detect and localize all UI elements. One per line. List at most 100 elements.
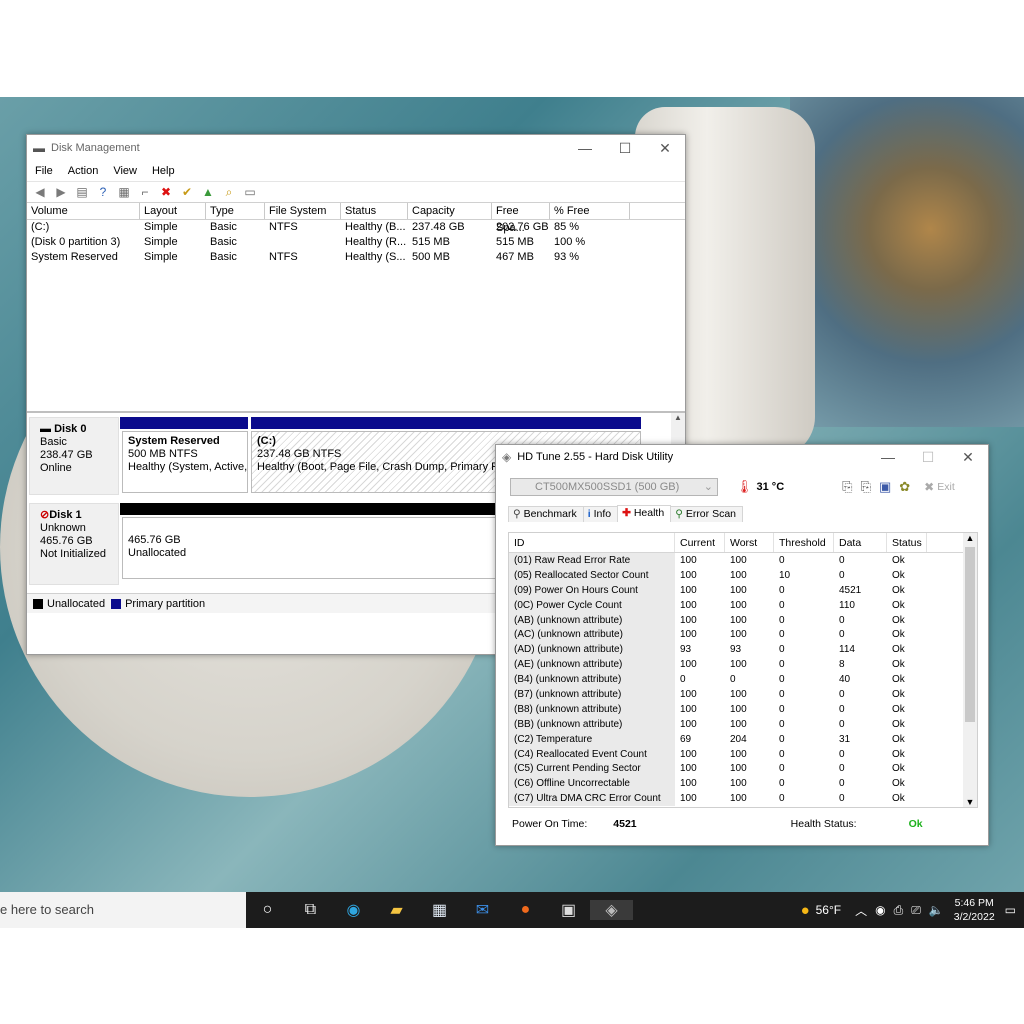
- cortana-icon[interactable]: ○: [246, 901, 289, 919]
- meet-now-icon[interactable]: ⎙: [894, 903, 904, 918]
- copy-all-icon[interactable]: ⎘: [861, 479, 871, 495]
- col-percent-free[interactable]: % Free: [550, 203, 630, 219]
- col-data[interactable]: Data: [834, 533, 887, 552]
- col-current[interactable]: Current: [675, 533, 725, 552]
- hdtune-taskbar-icon[interactable]: ◈: [590, 900, 633, 920]
- tab-benchmark[interactable]: ⚲ Benchmark: [508, 506, 584, 522]
- fs-cell: [265, 235, 341, 250]
- record-icon[interactable]: ◉: [875, 903, 885, 917]
- col-status[interactable]: Status: [341, 203, 408, 219]
- smart-row[interactable]: (09) Power On Hours Count 100 100 0 4521 Ok: [509, 582, 977, 598]
- tab-health[interactable]: ✚ Health: [617, 505, 672, 522]
- col-type[interactable]: Type: [206, 203, 265, 219]
- search-icon[interactable]: ⌕: [220, 184, 238, 200]
- save-icon[interactable]: ▣: [879, 479, 891, 495]
- exit-label[interactable]: Exit: [937, 481, 955, 493]
- smart-row[interactable]: (0C) Power Cycle Count 100 100 0 110 Ok: [509, 597, 977, 613]
- store-icon[interactable]: ▦: [418, 900, 461, 920]
- delete-icon[interactable]: ✖: [157, 184, 175, 200]
- properties-icon[interactable]: ▭: [241, 184, 259, 200]
- col-capacity[interactable]: Capacity: [408, 203, 492, 219]
- col-worst[interactable]: Worst: [725, 533, 774, 552]
- partition-system-reserved[interactable]: System Reserved 500 MB NTFS Healthy (Sys…: [122, 431, 248, 493]
- up-icon[interactable]: ▲: [199, 184, 217, 200]
- taskbar-search[interactable]: e here to search: [0, 892, 246, 928]
- col-volume[interactable]: Volume: [27, 203, 140, 219]
- weather-temp[interactable]: 56°F: [816, 903, 841, 917]
- col-threshold[interactable]: Threshold: [774, 533, 834, 552]
- menu-view[interactable]: View: [113, 165, 137, 177]
- view-icon[interactable]: ▦: [115, 184, 133, 200]
- smart-row[interactable]: (B4) (unknown attribute) 0 0 0 40 Ok: [509, 672, 977, 688]
- smart-row[interactable]: (C5) Current Pending Sector 100 100 0 0 Ok: [509, 761, 977, 777]
- smart-row[interactable]: (B7) (unknown attribute) 100 100 0 0 Ok: [509, 687, 977, 702]
- task-view-icon[interactable]: ⧉: [289, 901, 332, 919]
- forward-icon[interactable]: ▶: [52, 184, 70, 200]
- copy-icon[interactable]: ⎘: [842, 479, 852, 495]
- smart-row[interactable]: (AB) (unknown attribute) 100 100 0 0 Ok: [509, 612, 977, 628]
- tab-info[interactable]: i Info: [582, 506, 619, 522]
- volume-icon[interactable]: 🔈: [929, 903, 944, 917]
- connect-icon[interactable]: ⌐: [136, 184, 154, 200]
- drive-select[interactable]: CT500MX500SSD1 (500 GB) ⌄: [510, 478, 718, 496]
- minimize-button[interactable]: —: [565, 140, 605, 157]
- hd-titlebar[interactable]: ◈ HD Tune 2.55 - Hard Disk Utility — ☐ ✕: [496, 445, 988, 469]
- status-cell: Ok: [892, 569, 905, 581]
- smart-row[interactable]: (AE) (unknown attribute) 100 100 0 8 Ok: [509, 657, 977, 673]
- maximize-button[interactable]: ☐: [908, 449, 948, 466]
- disk-management-taskbar-icon[interactable]: ▣: [547, 900, 590, 920]
- smart-row[interactable]: (AC) (unknown attribute) 100 100 0 0 Ok: [509, 627, 977, 643]
- disk0-label[interactable]: ▬ Disk 0 Basic 238.47 GB Online: [29, 417, 119, 495]
- smart-row[interactable]: (BB) (unknown attribute) 100 100 0 0 Ok: [509, 716, 977, 732]
- minimize-button[interactable]: —: [868, 449, 908, 466]
- tab-error-scan[interactable]: ⚲ Error Scan: [670, 506, 743, 522]
- table-row[interactable]: (Disk 0 partition 3) Simple Basic Health…: [27, 235, 685, 250]
- mail-icon[interactable]: ✉: [461, 900, 504, 920]
- menu-file[interactable]: File: [35, 165, 53, 177]
- chevron-up-icon[interactable]: ︿: [855, 902, 867, 919]
- console-tree-icon[interactable]: ▤: [73, 184, 91, 200]
- table-row[interactable]: System Reserved Simple Basic NTFS Health…: [27, 250, 685, 265]
- col-file-system[interactable]: File System: [265, 203, 341, 219]
- help-icon[interactable]: ?: [94, 184, 112, 200]
- scroll-down-icon[interactable]: ▼: [963, 797, 977, 807]
- menu-help[interactable]: Help: [152, 165, 175, 177]
- close-button[interactable]: ✕: [645, 140, 685, 157]
- file-explorer-icon[interactable]: ▰: [375, 900, 418, 920]
- weather-icon[interactable]: ●: [801, 902, 810, 919]
- smart-row[interactable]: (C4) Reallocated Event Count 100 100 0 0 Ok: [509, 746, 977, 762]
- exit-icon[interactable]: ✖: [924, 480, 934, 494]
- col-status[interactable]: Status: [887, 533, 927, 552]
- options-icon[interactable]: ✿: [899, 479, 910, 495]
- disk1-label[interactable]: ⊘Disk 1 Unknown 465.76 GB Not Initialize…: [29, 503, 119, 585]
- table-row[interactable]: (C:) Simple Basic NTFS Healthy (B... 237…: [27, 220, 685, 235]
- smart-row[interactable]: (C2) Temperature 69 204 0 31 Ok: [509, 731, 977, 747]
- network-icon[interactable]: ⎚: [911, 903, 921, 918]
- maximize-button[interactable]: ☐: [605, 140, 645, 157]
- firefox-icon[interactable]: ●: [504, 901, 547, 919]
- dm-titlebar[interactable]: ▬ Disk Management — ☐ ✕: [27, 135, 685, 161]
- col-free-space[interactable]: Free Spa...: [492, 203, 550, 234]
- check-icon[interactable]: ✔: [178, 184, 196, 200]
- smart-row[interactable]: (C6) Offline Uncorrectable 100 100 0 0 Ok: [509, 776, 977, 792]
- close-button[interactable]: ✕: [948, 449, 988, 466]
- notification-icon[interactable]: ▭: [1005, 903, 1016, 917]
- clock[interactable]: 5:46 PM 3/2/2022: [954, 896, 995, 924]
- edge-icon[interactable]: ◉: [332, 900, 375, 920]
- smart-scrollbar[interactable]: ▲ ▼: [963, 533, 977, 807]
- scroll-up-icon[interactable]: ▲: [963, 533, 977, 543]
- smart-row[interactable]: (AD) (unknown attribute) 93 93 0 114 Ok: [509, 642, 977, 658]
- back-icon[interactable]: ◀: [31, 184, 49, 200]
- partition-status: Healthy (System, Active,: [128, 461, 247, 473]
- worst-cell: 100: [730, 718, 747, 730]
- menu-action[interactable]: Action: [68, 165, 99, 177]
- status-cell: Ok: [892, 614, 905, 626]
- smart-row[interactable]: (C7) Ultra DMA CRC Error Count 100 100 0 0 Ok: [509, 791, 977, 807]
- smart-row[interactable]: (B8) (unknown attribute) 100 100 0 0 Ok: [509, 701, 977, 717]
- col-layout[interactable]: Layout: [140, 203, 206, 219]
- smart-row[interactable]: (01) Raw Read Error Rate 100 100 0 0 Ok: [509, 553, 977, 568]
- clock-date: 3/2/2022: [953, 911, 995, 923]
- col-id[interactable]: ID: [509, 533, 675, 552]
- scroll-thumb[interactable]: [965, 547, 975, 722]
- smart-row[interactable]: (05) Reallocated Sector Count 100 100 10 0 Ok: [509, 567, 977, 583]
